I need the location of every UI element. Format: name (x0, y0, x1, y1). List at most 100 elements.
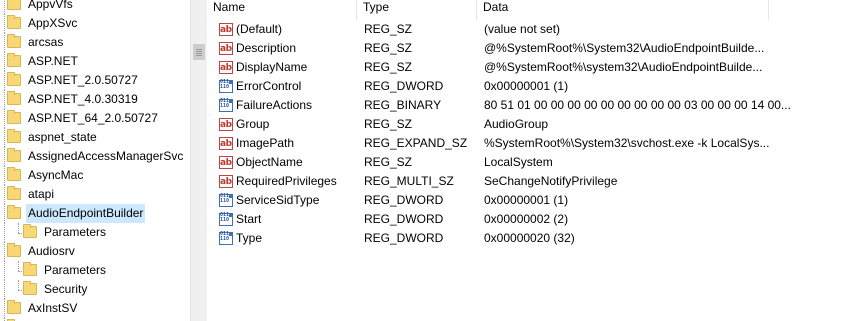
value-data: SeChangeNotifyPrivilege (484, 174, 618, 188)
value-name: ImagePath (236, 136, 295, 150)
folder-icon (7, 15, 21, 29)
string-value-icon (219, 59, 233, 78)
folder-icon (7, 110, 21, 124)
folder-icon (7, 148, 21, 162)
tree-scrollbar[interactable] (190, 0, 207, 321)
tree-item-label: Audiosrv (28, 244, 75, 258)
tree-item-label: ASP.NET_64_2.0.50727 (28, 111, 158, 125)
value-row[interactable]: ImagePath REG_EXPAND_SZ %SystemRoot%\Syste… (207, 134, 850, 154)
tree-item[interactable]: ASP.NET_64_2.0.50727 (0, 109, 190, 128)
tree-item-label: ASP.NET_2.0.50727 (28, 73, 138, 87)
value-data: 80 51 01 00 00 00 00 00 00 00 00 00 03 0… (484, 98, 791, 112)
tree-item-label: aspnet_state (28, 130, 97, 144)
value-data: %SystemRoot%\System32\svchost.exe -k Loc… (484, 136, 770, 150)
column-header-type[interactable]: Type (357, 0, 477, 20)
folder-icon (23, 281, 37, 295)
tree-item[interactable]: ASP.NET_2.0.50727 (0, 71, 190, 90)
value-data: @%SystemRoot%\system32\AudioEndpointBuil… (484, 60, 763, 74)
tree-item-label: AsyncMac (28, 168, 84, 182)
tree-item[interactable]: AsyncMac (0, 166, 190, 185)
tree-item[interactable]: ASP.NET_4.0.30319 (0, 90, 190, 109)
value-type: REG_SZ (364, 155, 413, 169)
value-row[interactable]: DisplayName REG_SZ @%SystemRoot%\system32\… (207, 58, 850, 78)
value-data: 0x00000020 (32) (484, 231, 575, 245)
value-type: REG_DWORD (364, 231, 444, 245)
binary-value-icon (219, 194, 233, 207)
value-data: AudioGroup (484, 117, 549, 131)
value-row[interactable]: (Default) REG_SZ (value not set) (207, 20, 850, 40)
value-data: 0x00000001 (1) (484, 193, 569, 207)
tree-item[interactable]: AppvVfs (0, 0, 190, 14)
string-value-icon (219, 135, 233, 154)
value-type: REG_DWORD (364, 193, 444, 207)
tree-item-label: AppvVfs (28, 0, 73, 11)
value-data: (value not set) (484, 22, 561, 36)
tree-item[interactable]: AxInstSV (0, 299, 190, 318)
folder-icon (7, 34, 21, 48)
value-name: Type (236, 231, 263, 245)
value-name: ObjectName (236, 155, 303, 169)
string-value-icon (219, 154, 233, 173)
tree-item[interactable]: Audiosrv (0, 242, 190, 261)
value-type: REG_MULTI_SZ (364, 174, 454, 188)
folder-icon (7, 243, 21, 257)
tree-item-label: Parameters (44, 263, 107, 277)
folder-icon (23, 224, 37, 238)
value-data: LocalSystem (484, 155, 553, 169)
column-header-data[interactable]: Data (477, 0, 769, 20)
folder-icon (7, 205, 21, 219)
column-header-name[interactable]: Name (207, 0, 357, 20)
tree-item[interactable]: AssignedAccessManagerSvc (0, 147, 190, 166)
column-header: Name Type Data (207, 0, 850, 20)
folder-icon (7, 129, 21, 143)
tree-item-label: ASP.NET (28, 54, 78, 68)
splitter-grip-icon[interactable] (193, 44, 205, 60)
tree-item-label: ASP.NET_4.0.30319 (28, 92, 138, 106)
value-type: REG_DWORD (364, 79, 444, 93)
tree-item[interactable]: Parameters (0, 223, 190, 242)
tree-item[interactable]: arcsas (0, 33, 190, 52)
folder-icon (7, 53, 21, 67)
folder-icon (7, 167, 21, 181)
value-row[interactable]: ServiceSidType REG_DWORD 0x00000001 (1) (207, 191, 850, 210)
tree-item[interactable]: AudioEndpointBuilder (0, 204, 190, 223)
binary-value-icon (219, 80, 233, 93)
folder-icon (7, 72, 21, 86)
folder-icon (7, 0, 21, 10)
value-type: REG_SZ (364, 22, 413, 36)
value-name: Group (236, 117, 270, 131)
value-row[interactable]: Description REG_SZ @%SystemRoot%\System32\… (207, 39, 850, 59)
value-row[interactable]: Group REG_SZ AudioGroup (207, 115, 850, 135)
value-data: 0x00000002 (2) (484, 212, 569, 226)
value-row[interactable]: Start REG_DWORD 0x00000002 (2) (207, 210, 850, 229)
tree-item[interactable]: ASP.NET (0, 52, 190, 71)
tree-item-label: Parameters (44, 225, 107, 239)
tree-item-label: AssignedAccessManagerSvc (28, 149, 184, 163)
folder-icon (23, 262, 37, 276)
value-row[interactable]: ErrorControl REG_DWORD 0x00000001 (1) (207, 77, 850, 96)
tree-item[interactable]: atapi (0, 185, 190, 204)
value-data: @%SystemRoot%\System32\AudioEndpointBuil… (484, 41, 765, 55)
tree-item-label: atapi (28, 187, 55, 201)
registry-key-tree[interactable]: AppvVfs AppXSvc arcsas ASP.NET ASP.NET_2.0.5… (0, 0, 190, 321)
value-name: ErrorControl (236, 79, 302, 93)
tree-item-label: Security (44, 282, 88, 296)
tree-item[interactable]: Security (0, 280, 190, 299)
folder-icon (7, 186, 21, 200)
value-row[interactable]: FailureActions REG_BINARY 80 51 01 00 00 0… (207, 96, 850, 115)
string-value-icon (219, 173, 233, 192)
folder-icon (7, 300, 21, 314)
value-type: REG_SZ (364, 60, 413, 74)
value-row[interactable]: RequiredPrivileges REG_MULTI_SZ SeChangeNo… (207, 172, 850, 192)
string-value-icon (219, 40, 233, 59)
value-name: ServiceSidType (236, 193, 320, 207)
value-name: Description (236, 41, 297, 55)
tree-item[interactable]: aspnet_state (0, 128, 190, 147)
value-row[interactable]: ObjectName REG_SZ LocalSystem (207, 153, 850, 173)
string-value-icon (219, 21, 233, 40)
tree-item[interactable]: AppXSvc (0, 14, 190, 33)
value-data: 0x00000001 (1) (484, 79, 569, 93)
values-pane: Name Type Data (Default) REG_SZ (value not… (207, 0, 850, 321)
tree-item[interactable]: Parameters (0, 261, 190, 280)
value-row[interactable]: Type REG_DWORD 0x00000020 (32) (207, 229, 850, 248)
